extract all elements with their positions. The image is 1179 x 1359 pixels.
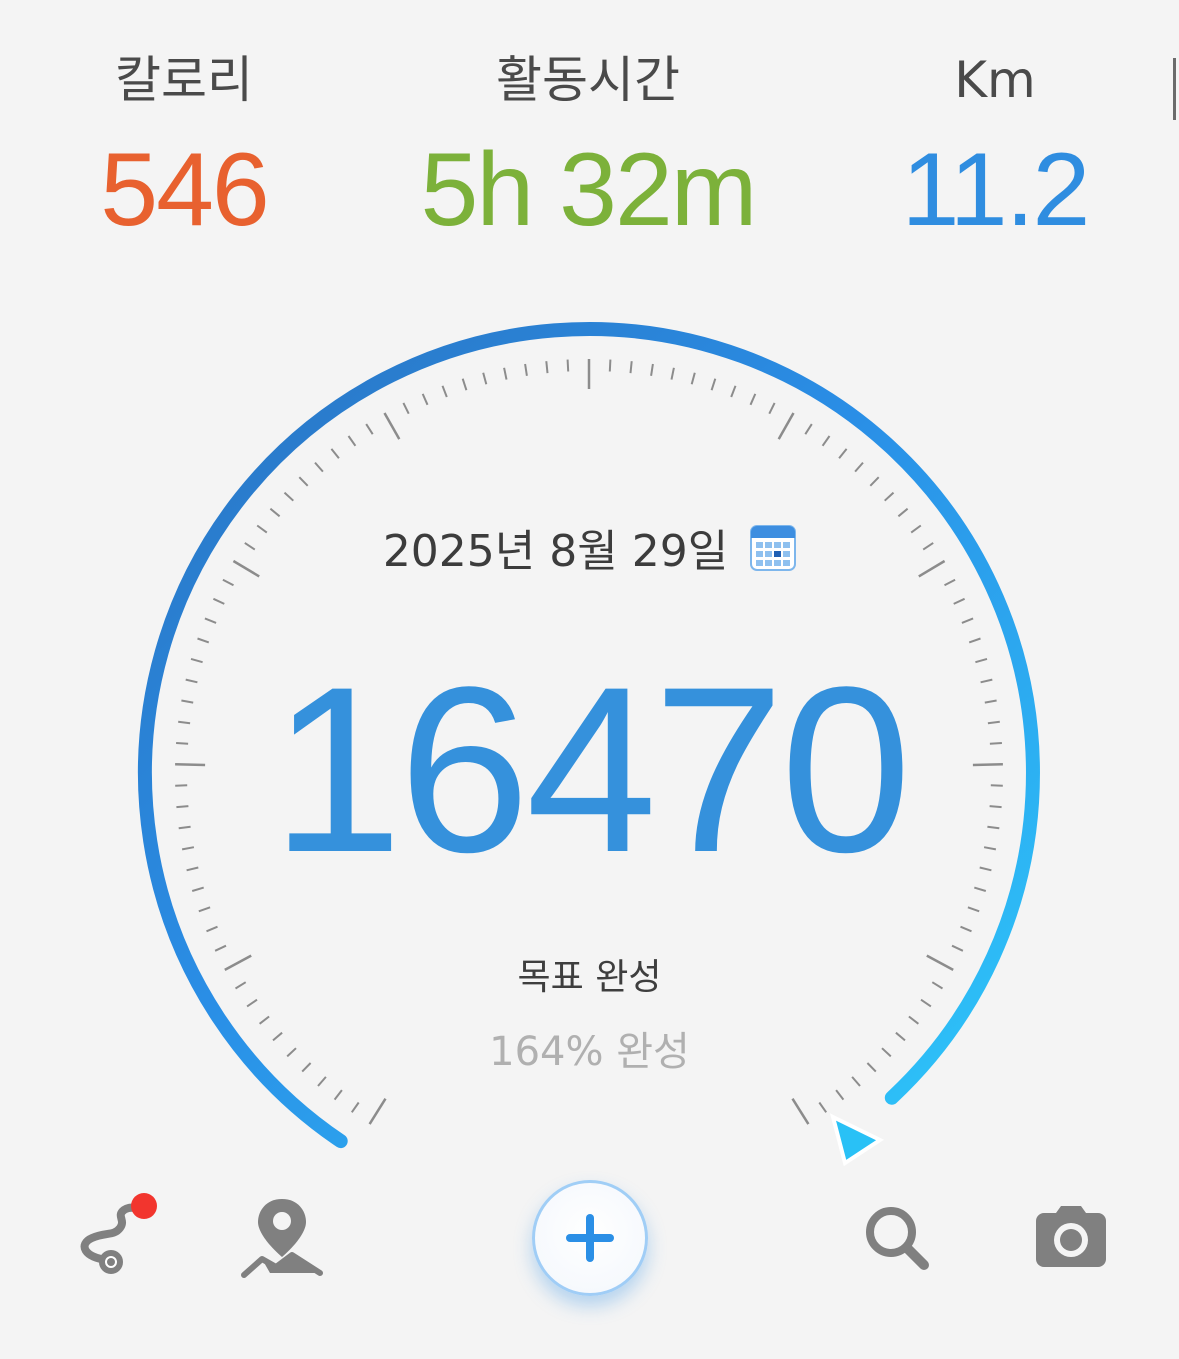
step-tracker-screen: 칼로리 546 활동시간 5h 32m Km 11.2 2025년 8월 29일 — [0, 0, 1179, 1359]
gauge-tick — [629, 361, 633, 374]
gauge-tick — [710, 378, 717, 391]
gauge-tick — [869, 476, 880, 487]
gauge-tick — [524, 363, 528, 376]
gauge-tick — [768, 402, 776, 415]
gauge-tick — [835, 1089, 845, 1101]
gauge-tick — [482, 372, 488, 385]
gauge-tick — [730, 385, 737, 398]
search-icon[interactable] — [862, 1203, 932, 1273]
gauge-tick — [804, 423, 813, 435]
gauge-tick — [198, 906, 211, 913]
gauge-tick — [365, 423, 374, 435]
gauge-tick — [838, 448, 848, 459]
gauge-tick — [690, 372, 696, 385]
gauge-tick — [503, 367, 508, 380]
gauge-tick — [441, 385, 448, 398]
gauge-major-tick — [777, 412, 795, 440]
date-selector[interactable]: 2025년 8월 29일 — [0, 515, 1179, 579]
gauge-tick — [206, 925, 218, 933]
gauge-tick — [967, 906, 980, 913]
gauge-tick — [333, 1089, 343, 1101]
gauge-tick — [402, 402, 410, 415]
route-icon[interactable] — [70, 1188, 165, 1283]
gauge-tick — [566, 359, 570, 372]
gauge-tick — [350, 1101, 360, 1113]
gauge-tick — [608, 359, 612, 372]
gauge-tick — [821, 435, 831, 447]
gauge-tick — [944, 578, 956, 587]
gauge-tick — [283, 491, 294, 502]
gauge-tick — [298, 476, 309, 487]
gauge-major-tick — [791, 1098, 810, 1125]
date-text: 2025년 8월 29일 — [382, 526, 729, 577]
gauge-tick — [222, 578, 234, 587]
gauge-tick — [749, 393, 757, 406]
gauge-tick — [960, 925, 972, 933]
gauge-tick — [953, 597, 966, 605]
gauge-tick — [204, 617, 217, 624]
gauge-tick — [314, 461, 324, 473]
gauge-major-tick — [383, 412, 401, 440]
gauge-tick — [884, 491, 895, 502]
gauge-tick — [670, 367, 675, 380]
notification-dot — [131, 1193, 157, 1219]
gauge-tick — [961, 617, 974, 624]
camera-icon[interactable] — [1034, 1205, 1108, 1269]
gauge-tick — [330, 448, 340, 459]
gauge-tick — [212, 597, 225, 605]
step-count: 16470 — [271, 638, 911, 902]
gauge-tick — [347, 435, 357, 447]
goal-status-label: 목표 완성 — [517, 957, 662, 998]
goal-percent-label: 164% 완성 — [489, 1029, 690, 1075]
gauge-tick — [818, 1101, 828, 1113]
gauge-tick — [545, 361, 549, 374]
gauge-major-tick — [368, 1098, 387, 1125]
gauge-tick — [650, 363, 654, 376]
gauge-tick — [854, 461, 864, 473]
progress-arrow-icon — [829, 1113, 885, 1167]
gauge-tick — [461, 378, 468, 391]
gauge-tick — [421, 393, 429, 406]
map-pin-icon[interactable] — [240, 1195, 325, 1280]
add-button[interactable] — [532, 1180, 648, 1296]
add-icon — [566, 1214, 614, 1262]
calendar-icon[interactable] — [750, 523, 797, 571]
